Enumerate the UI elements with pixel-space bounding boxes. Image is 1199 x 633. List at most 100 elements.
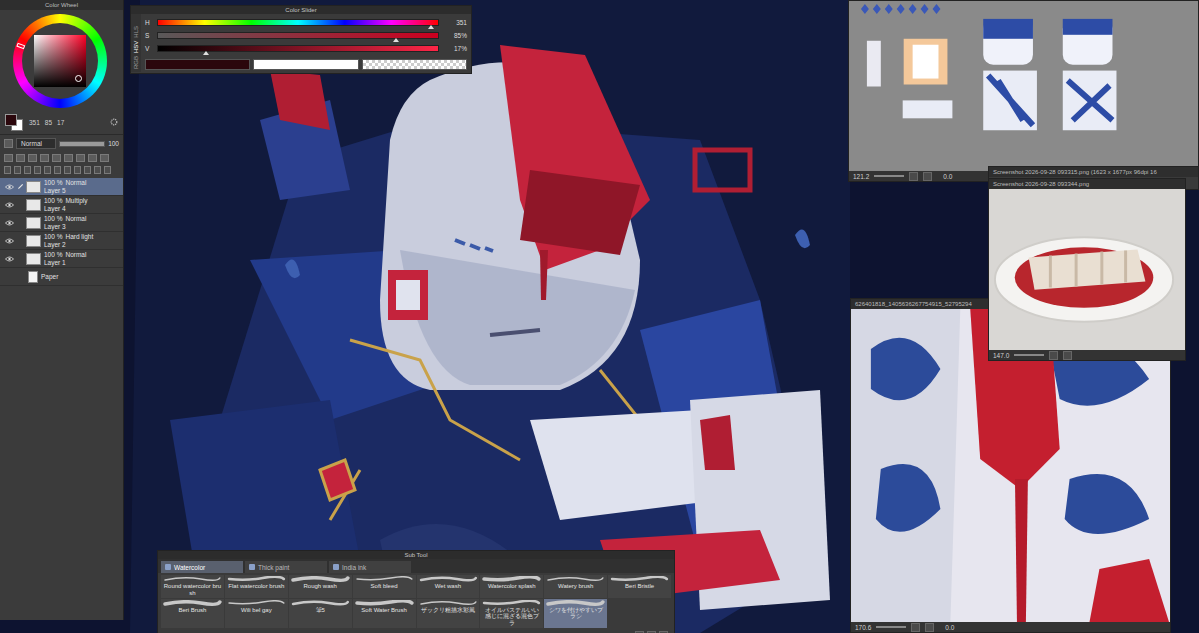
transparent-swatch[interactable] xyxy=(362,59,467,70)
layer-tool-icon[interactable] xyxy=(100,154,109,162)
reference-window[interactable]: Screenshot 2026-09-28 093344.png 147.0 xyxy=(988,178,1186,361)
layer-tool-icon[interactable] xyxy=(40,154,49,162)
brush-item[interactable]: Wili bel gay xyxy=(225,599,288,628)
brush-item[interactable]: Round watercolor brush xyxy=(161,575,224,598)
sub-tool-palette[interactable]: Sub Tool WatercolorThick paintIndia ink Ro… xyxy=(157,550,675,633)
sub-tool-tab[interactable]: Thick paint xyxy=(245,561,327,573)
layer-command-icon[interactable] xyxy=(44,166,51,174)
layer-tool-icon[interactable] xyxy=(4,154,13,162)
zoom-slider[interactable] xyxy=(1014,354,1044,356)
slider-track[interactable] xyxy=(157,45,439,52)
opacity-slider[interactable] xyxy=(59,141,105,147)
fit-icon[interactable] xyxy=(911,623,920,632)
slider-thumb[interactable] xyxy=(203,51,209,55)
reference-window[interactable]: 121.2 0.0 xyxy=(848,0,1199,182)
brush-item[interactable]: Beri Brush xyxy=(161,599,224,628)
window-title[interactable]: Sub Tool xyxy=(158,551,674,559)
layer-command-icon[interactable] xyxy=(24,166,31,174)
visibility-toggle[interactable] xyxy=(3,220,15,226)
layer-tool-icon[interactable] xyxy=(76,154,85,162)
layer-tool-icon[interactable] xyxy=(28,154,37,162)
main-color-swatch[interactable] xyxy=(5,114,17,126)
slider-track[interactable] xyxy=(157,19,439,26)
layer-tool-icon[interactable] xyxy=(52,154,61,162)
layer-command-icon[interactable] xyxy=(14,166,21,174)
brush-item[interactable]: Watery brush xyxy=(544,575,607,598)
brush-item[interactable]: Rough wash xyxy=(289,575,352,598)
layer-command-icon[interactable] xyxy=(64,166,71,174)
reference-title[interactable]: Screenshot 2026-09-28 093344.png xyxy=(989,179,1185,189)
brush-item[interactable]: ザックリ粗描水彩風 xyxy=(417,599,480,628)
zoom-slider[interactable] xyxy=(876,626,906,628)
visibility-toggle[interactable] xyxy=(3,256,15,262)
mode-tab[interactable]: RGB xyxy=(132,56,140,69)
layer-command-icon[interactable] xyxy=(34,166,41,174)
layer-row[interactable]: 100 %Hard lightLayer 2 xyxy=(0,232,123,250)
mode-tab[interactable]: HSV xyxy=(132,41,140,53)
visibility-toggle[interactable] xyxy=(3,184,15,190)
fit-icon[interactable] xyxy=(909,172,918,181)
zoom-value[interactable]: 121.2 xyxy=(853,173,869,180)
layer-command-icon[interactable] xyxy=(104,166,111,174)
color-marker[interactable] xyxy=(75,75,82,82)
zoom-value[interactable]: 147.0 xyxy=(993,352,1009,359)
reference-title[interactable]: Screenshot 2026-09-28 093315.png (1623 x… xyxy=(989,167,1198,177)
layer-row[interactable]: 100 %NormalLayer 3 xyxy=(0,214,123,232)
angle-value[interactable]: 0.0 xyxy=(943,173,952,180)
rotate-icon[interactable] xyxy=(1063,351,1072,360)
layer-row[interactable]: 100 %MultiplyLayer 4 xyxy=(0,196,123,214)
slider-value[interactable]: 17% xyxy=(443,45,467,52)
slider-value[interactable]: 351 xyxy=(443,19,467,26)
rotate-icon[interactable] xyxy=(923,172,932,181)
angle-value[interactable]: 0.0 xyxy=(945,624,954,631)
brush-item[interactable]: Beri Bristle xyxy=(608,575,671,598)
brush-item[interactable]: Soft Water Brush xyxy=(353,599,416,628)
layer-row[interactable]: Paper xyxy=(0,268,123,286)
window-title[interactable]: Color Slider xyxy=(131,6,471,14)
rotate-icon[interactable] xyxy=(925,623,934,632)
sub-tool-tab[interactable]: Watercolor xyxy=(161,561,243,573)
brush-item[interactable]: Watercolor splash xyxy=(480,575,543,598)
brush-item[interactable]: Wet wash xyxy=(417,575,480,598)
layer-command-icon[interactable] xyxy=(94,166,101,174)
opacity-value[interactable]: 100 xyxy=(108,140,119,147)
layer-command-icon[interactable] xyxy=(54,166,61,174)
fit-icon[interactable] xyxy=(1049,351,1058,360)
hue-ring[interactable] xyxy=(13,14,107,108)
visibility-toggle[interactable] xyxy=(3,238,15,244)
layer-command-icon[interactable] xyxy=(74,166,81,174)
brush-item[interactable]: オイルパステルいい感じに混ざる混色ブラ xyxy=(480,599,543,628)
palette-title[interactable]: Color Wheel xyxy=(0,0,123,10)
zoom-value[interactable]: 170.6 xyxy=(855,624,871,631)
layer-row[interactable]: 100 %NormalLayer 1 xyxy=(0,250,123,268)
slider-thumb[interactable] xyxy=(393,38,399,42)
blend-mode-dropdown[interactable]: Normal xyxy=(16,138,56,149)
settings-icon[interactable] xyxy=(110,118,118,126)
layer-tool-icon[interactable] xyxy=(16,154,25,162)
delete-brush-icon[interactable] xyxy=(659,631,668,633)
layer-command-icon[interactable] xyxy=(84,166,91,174)
color-slider-window[interactable]: Color SliderRGBHSVHLSH351S85%V17% xyxy=(130,5,472,74)
zoom-slider[interactable] xyxy=(874,175,904,177)
brush-item[interactable]: Soft bleed xyxy=(353,575,416,598)
brush-item[interactable]: 筆5 xyxy=(289,599,352,628)
layer-tool-icon[interactable] xyxy=(64,154,73,162)
hue-marker[interactable] xyxy=(16,43,25,50)
slider-track[interactable] xyxy=(157,32,439,39)
layer-tool-icon[interactable] xyxy=(88,154,97,162)
brush-item[interactable]: シワを付けやすいブラシ xyxy=(544,599,607,628)
layer-type-icon[interactable] xyxy=(4,139,13,148)
sub-tool-tab[interactable]: India ink xyxy=(329,561,411,573)
mode-tab[interactable]: HLS xyxy=(132,26,140,38)
copy-brush-icon[interactable] xyxy=(647,631,656,633)
layer-row[interactable]: 100 %NormalLayer 5 xyxy=(0,178,123,196)
main-color-swatch[interactable] xyxy=(145,59,250,70)
visibility-toggle[interactable] xyxy=(3,202,15,208)
saturation-value-square[interactable] xyxy=(34,35,86,87)
slider-value[interactable]: 85% xyxy=(443,32,467,39)
layer-command-icon[interactable] xyxy=(4,166,11,174)
brush-item[interactable]: Flat watercolor brush xyxy=(225,575,288,598)
color-swatches[interactable] xyxy=(5,114,23,130)
slider-thumb[interactable] xyxy=(428,25,434,29)
add-brush-icon[interactable] xyxy=(635,631,644,633)
